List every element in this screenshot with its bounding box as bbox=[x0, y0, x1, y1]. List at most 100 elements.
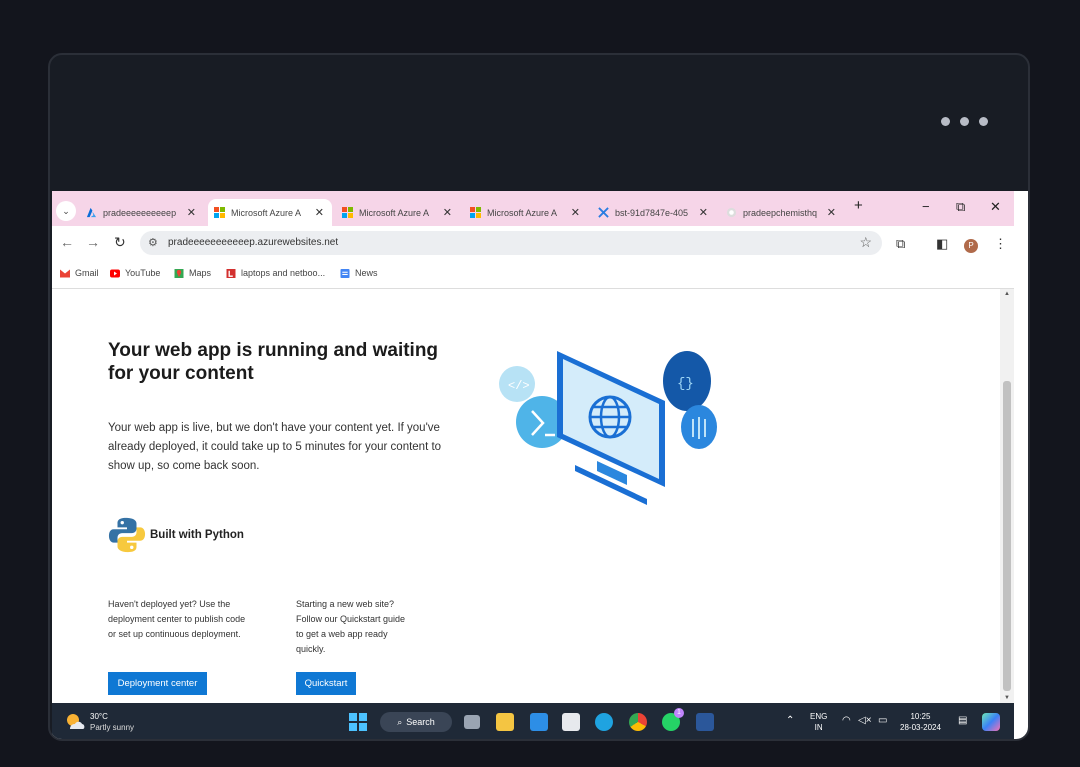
weather-text: Partly sunny bbox=[90, 723, 135, 732]
back-icon[interactable]: ← bbox=[60, 234, 74, 250]
tab-0[interactable]: pradeeeeeeeeeep ✕ bbox=[80, 199, 204, 226]
edge-icon[interactable] bbox=[595, 713, 613, 731]
bookmark-label: YouTube bbox=[125, 268, 161, 278]
screenshot-card: ⌄ pradeeeeeeeeeep ✕ Microsoft Azure A ✕ … bbox=[48, 53, 1030, 741]
bookmark-label: laptops and netboo... bbox=[241, 268, 326, 278]
tab-close-icon[interactable]: ✕ bbox=[443, 206, 452, 219]
date-text: 28-03-2024 bbox=[900, 723, 941, 732]
bookmarks-bar: Gmail YouTube Maps laptops and netboo...… bbox=[52, 260, 1014, 289]
language-indicator[interactable]: ENG IN bbox=[810, 711, 827, 733]
windows-taskbar: 30°C Partly sunny ⌕ Search 1 ⌃ ENG IN ◠ ◁ bbox=[52, 703, 1014, 739]
tool-icon bbox=[598, 207, 609, 218]
restore-button[interactable]: ⧉ bbox=[956, 199, 965, 215]
bookmark-news[interactable]: News bbox=[340, 268, 378, 278]
youtube-icon bbox=[110, 269, 120, 277]
weather-widget[interactable]: 30°C Partly sunny bbox=[64, 711, 134, 733]
taskbar-search[interactable]: ⌕ Search bbox=[380, 712, 452, 732]
tab-1[interactable]: Microsoft Azure A ✕ bbox=[208, 199, 332, 226]
tab-close-icon[interactable]: ✕ bbox=[571, 206, 580, 219]
tab-title: Microsoft Azure A bbox=[231, 207, 302, 218]
notification-icon[interactable]: ▤ bbox=[958, 715, 967, 726]
tab-4[interactable]: bst-91d7847e-405 ✕ bbox=[592, 199, 716, 226]
bookmark-label: Gmail bbox=[75, 268, 99, 278]
tab-close-icon[interactable]: ✕ bbox=[699, 206, 708, 219]
profile-avatar[interactable]: P bbox=[964, 239, 978, 253]
task-view-icon[interactable] bbox=[464, 715, 480, 729]
page-scrollbar[interactable]: ▲ ▼ bbox=[1000, 289, 1014, 703]
tab-title: pradeepchemisthq bbox=[743, 207, 818, 218]
bookmark-label: Maps bbox=[189, 268, 212, 278]
built-with-label: Built with Python bbox=[150, 529, 244, 541]
tab-title: Microsoft Azure A bbox=[487, 207, 558, 218]
news-icon bbox=[340, 268, 350, 278]
tab-5[interactable]: pradeepchemisthq ✕ bbox=[720, 199, 844, 226]
chrome-icon[interactable] bbox=[629, 713, 647, 731]
speaker-mute-icon[interactable]: ◁× bbox=[858, 715, 872, 726]
tab-title: pradeeeeeeeeeep bbox=[103, 207, 177, 218]
battery-icon[interactable]: ▭ bbox=[878, 715, 887, 726]
python-logo-icon bbox=[108, 517, 146, 553]
search-label: Search bbox=[406, 717, 435, 727]
extensions-icon[interactable]: ⧉ bbox=[896, 236, 905, 252]
file-explorer-icon[interactable] bbox=[496, 713, 514, 731]
word-icon[interactable] bbox=[696, 713, 714, 731]
url-text: pradeeeeeeeeeeep.azurewebsites.net bbox=[168, 237, 339, 248]
tab-strip: ⌄ pradeeeeeeeeeep ✕ Microsoft Azure A ✕ … bbox=[52, 191, 1014, 226]
tab-close-icon[interactable]: ✕ bbox=[187, 206, 196, 219]
tab-search-button[interactable]: ⌄ bbox=[56, 201, 76, 221]
reload-icon[interactable]: ↻ bbox=[114, 234, 126, 251]
minimize-button[interactable]: − bbox=[922, 199, 930, 214]
site-info-icon[interactable]: ⚙ bbox=[148, 236, 158, 249]
deploy-hint-text: Haven't deployed yet? Use the deployment… bbox=[108, 599, 246, 639]
whatsapp-badge: 1 bbox=[674, 708, 684, 718]
bookmark-laptops[interactable]: laptops and netboo... bbox=[226, 268, 325, 278]
bookmark-star-icon[interactable]: ☆ bbox=[859, 234, 872, 251]
forward-icon[interactable]: → bbox=[86, 234, 100, 250]
temperature-text: 30°C bbox=[90, 712, 108, 721]
search-icon: ⌕ bbox=[397, 716, 403, 727]
page-description: Your web app is live, but we don't have … bbox=[108, 422, 442, 472]
quickstart-hint-text: Starting a new web site? Follow our Quic… bbox=[296, 599, 406, 654]
azure-icon bbox=[86, 207, 97, 218]
scroll-up-icon[interactable]: ▲ bbox=[1004, 291, 1010, 297]
tab-title: Microsoft Azure A bbox=[359, 207, 430, 218]
built-with-python: Built with Python bbox=[108, 516, 244, 554]
web-page: Your web app is running and waiting for … bbox=[52, 289, 1000, 703]
deployment-center-button[interactable]: Deployment center bbox=[108, 672, 207, 695]
clock[interactable]: 10:25 28-03-2024 bbox=[900, 711, 941, 733]
github-icon bbox=[726, 207, 737, 218]
more-options-icon[interactable] bbox=[941, 117, 988, 126]
scroll-down-icon[interactable]: ▼ bbox=[1004, 695, 1010, 701]
bookmark-gmail[interactable]: Gmail bbox=[60, 268, 99, 278]
copilot-icon[interactable] bbox=[982, 713, 1000, 731]
bookmark-maps[interactable]: Maps bbox=[174, 268, 211, 278]
microsoft-icon bbox=[342, 207, 353, 218]
window-close-button[interactable]: ✕ bbox=[990, 199, 1001, 215]
tab-2[interactable]: Microsoft Azure A ✕ bbox=[336, 199, 460, 226]
browser-screenshot: ⌄ pradeeeeeeeeeep ✕ Microsoft Azure A ✕ … bbox=[52, 191, 1028, 739]
region-code: IN bbox=[814, 723, 823, 732]
tray-chevron-icon[interactable]: ⌃ bbox=[786, 715, 794, 726]
bookmark-youtube[interactable]: YouTube bbox=[110, 268, 160, 278]
side-panel-icon[interactable]: ◧ bbox=[936, 236, 948, 252]
tab-close-icon[interactable]: ✕ bbox=[827, 206, 836, 219]
maps-icon bbox=[174, 268, 184, 278]
address-bar[interactable]: ⚙ pradeeeeeeeeeeep.azurewebsites.net ☆ bbox=[140, 231, 882, 255]
new-tab-button[interactable]: + bbox=[854, 197, 863, 214]
mail-icon[interactable] bbox=[530, 713, 548, 731]
wifi-icon[interactable]: ◠ bbox=[842, 715, 851, 726]
time-text: 10:25 bbox=[910, 712, 931, 721]
tab-close-icon[interactable]: ✕ bbox=[315, 206, 324, 219]
svg-text:{}: {} bbox=[677, 376, 694, 392]
store-icon[interactable] bbox=[562, 713, 580, 731]
menu-kebab-icon[interactable]: ⋮ bbox=[994, 236, 1007, 252]
laptops-site-icon bbox=[226, 268, 236, 278]
tab-3[interactable]: Microsoft Azure A ✕ bbox=[464, 199, 588, 226]
bookmark-label: News bbox=[355, 268, 378, 278]
quickstart-button[interactable]: Quickstart bbox=[296, 672, 356, 695]
partly-sunny-icon bbox=[67, 714, 85, 729]
windows-start-icon[interactable] bbox=[349, 713, 367, 731]
whatsapp-icon[interactable]: 1 bbox=[662, 708, 684, 731]
chevron-down-icon: ⌄ bbox=[62, 205, 70, 216]
scroll-thumb[interactable] bbox=[1003, 381, 1011, 691]
